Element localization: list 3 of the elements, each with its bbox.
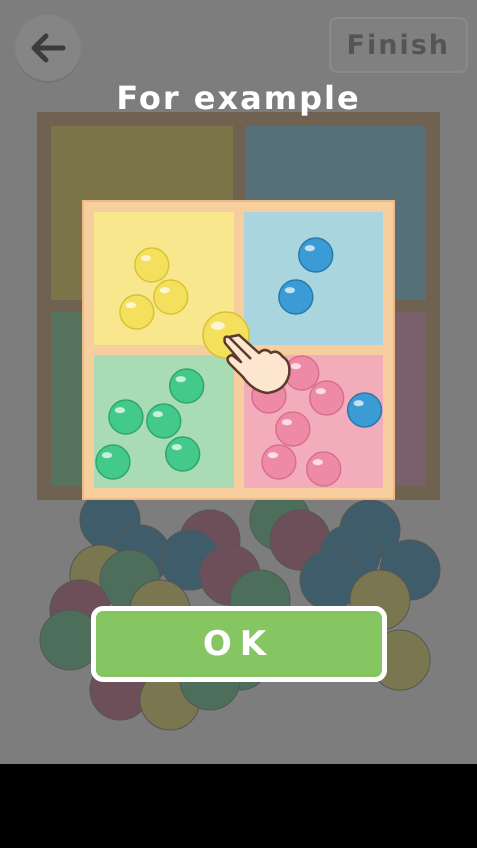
back-arrow-icon [30, 33, 66, 63]
overlay-title: For example [116, 78, 361, 118]
ok-button[interactable]: OK [90, 606, 386, 682]
